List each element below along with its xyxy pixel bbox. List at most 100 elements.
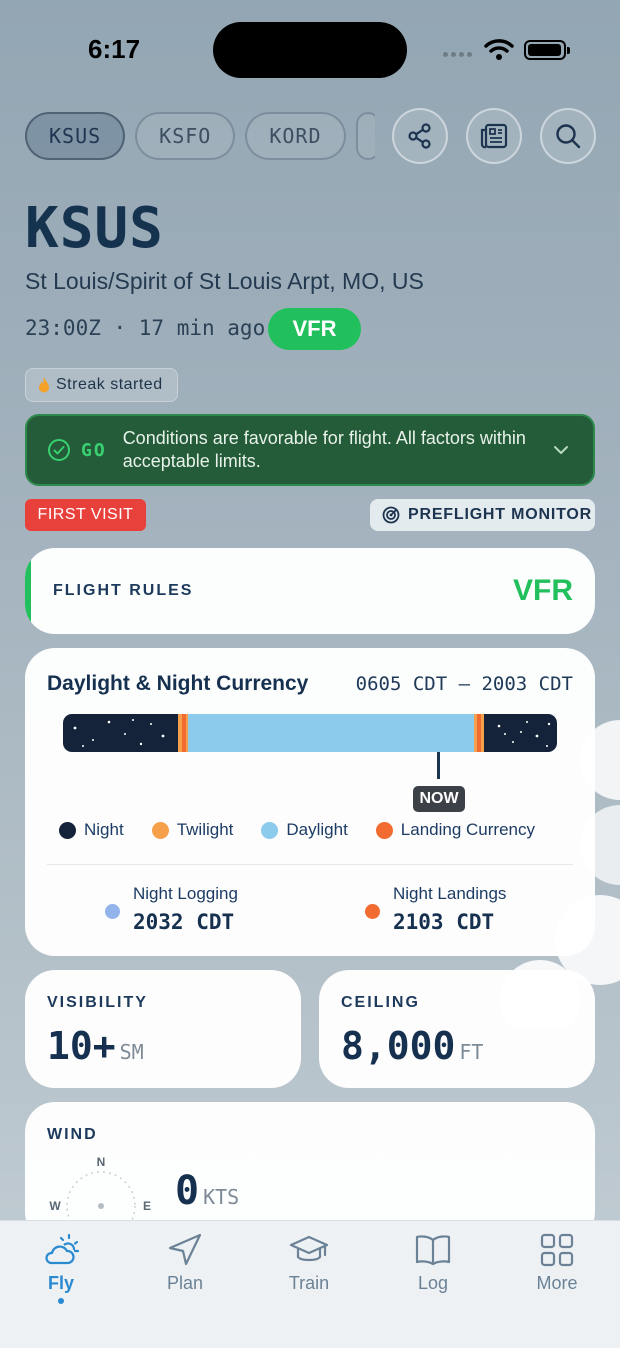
tab-plan-label: Plan xyxy=(166,1273,204,1293)
legend-twilight-label: Twilight xyxy=(176,820,234,839)
legend-night-label: Night xyxy=(84,820,124,839)
daylight-timeline-bar xyxy=(63,714,557,752)
tab-more-label: More xyxy=(536,1273,578,1293)
briefing-button[interactable] xyxy=(466,108,522,164)
tab-bar: Fly Plan Train Log More xyxy=(0,1220,620,1348)
active-tab-indicator xyxy=(58,1298,64,1304)
go-label: GO xyxy=(81,439,107,461)
legend-landing-currency-dot xyxy=(375,821,393,839)
streak-label: Streak started xyxy=(56,376,163,393)
book-icon xyxy=(415,1235,451,1266)
tab-train[interactable]: Train xyxy=(259,1233,359,1294)
graduation-cap-icon xyxy=(289,1235,329,1262)
newspaper-icon xyxy=(480,123,508,149)
ceiling-value: 8,000 xyxy=(341,1024,456,1068)
navigation-arrow-icon xyxy=(168,1233,202,1266)
share-icon xyxy=(408,123,431,149)
legend-daylight-label: Daylight xyxy=(286,820,348,839)
dynamic-island xyxy=(213,22,407,78)
preflight-monitor-button[interactable]: PREFLIGHT MONITOR xyxy=(370,499,595,531)
clock: 6:17 xyxy=(88,34,141,64)
ceiling-value-row: 8,000 FT xyxy=(341,1024,483,1068)
daylight-range: 0605 CDT – 2003 CDT xyxy=(355,673,573,695)
status-bar: 6:17 xyxy=(0,0,620,100)
wind-compass-icon: N E W xyxy=(49,1155,151,1228)
visibility-value: 10+ xyxy=(47,1024,116,1068)
wind-unit: KTS xyxy=(203,1185,240,1209)
flame-icon xyxy=(39,377,49,393)
divider xyxy=(47,864,573,865)
chevron-down-icon xyxy=(553,446,568,454)
compass-n: N xyxy=(97,1155,106,1169)
observation-time: 23:00Z · 17 min ago xyxy=(25,316,266,340)
tab-log-label: Log xyxy=(417,1273,449,1293)
visibility-label: VISIBILITY xyxy=(47,994,148,1011)
wind-label: WIND xyxy=(47,1126,98,1143)
tab-log[interactable]: Log xyxy=(383,1233,483,1294)
wind-value: 0 xyxy=(175,1168,200,1214)
battery-icon xyxy=(524,40,570,60)
tab-more[interactable]: More xyxy=(507,1233,607,1294)
flight-rules-label: FLIGHT RULES xyxy=(53,582,194,599)
airport-chips: KSUS KSFO KORD xyxy=(25,112,375,162)
legend-daylight: Daylight xyxy=(261,820,348,840)
flight-category-badge: VFR xyxy=(268,308,361,350)
night-logging-value: 2032 CDT xyxy=(133,910,235,934)
tab-plan[interactable]: Plan xyxy=(135,1233,235,1294)
wifi-icon xyxy=(484,39,514,60)
ceiling-label: CEILING xyxy=(341,994,420,1011)
night-logging-label: Night Logging xyxy=(133,884,238,903)
night-logging-dot xyxy=(105,904,120,919)
daylight-title: Daylight & Night Currency xyxy=(47,672,309,695)
now-badge: NOW xyxy=(413,786,465,812)
now-marker xyxy=(437,752,440,779)
page-title: KSUS xyxy=(25,196,164,261)
preflight-monitor-label: PREFLIGHT MONITOR xyxy=(408,506,592,523)
legend-night-dot xyxy=(59,821,76,839)
ceiling-card: CEILING 8,000 FT xyxy=(319,970,595,1088)
visibility-value-row: 10+ SM xyxy=(47,1024,144,1068)
visibility-card: VISIBILITY 10+ SM xyxy=(25,970,301,1088)
airport-chip-kord[interactable]: KORD xyxy=(245,112,346,160)
search-icon xyxy=(556,124,581,149)
grid-icon xyxy=(540,1233,574,1267)
search-button[interactable] xyxy=(540,108,596,164)
airport-chip-ksfo[interactable]: KSFO xyxy=(135,112,236,160)
legend-twilight: Twilight xyxy=(151,820,234,840)
radar-icon xyxy=(382,506,400,524)
streak-badge: Streak started xyxy=(25,368,178,402)
partly-cloudy-icon xyxy=(45,1233,80,1265)
airport-chip-more[interactable] xyxy=(355,112,375,160)
night-logging: Night Logging 2032 CDT xyxy=(133,884,238,934)
go-message: Conditions are favorable for flight. All… xyxy=(122,428,526,471)
tab-fly-label: Fly xyxy=(47,1273,74,1293)
night-landings: Night Landings 2103 CDT xyxy=(393,884,506,934)
ceiling-unit: FT xyxy=(459,1040,484,1064)
visibility-unit: SM xyxy=(119,1040,144,1064)
legend-landing-currency-label: Landing Currency xyxy=(400,820,535,839)
check-circle-icon xyxy=(48,439,70,461)
airport-chip-ksus[interactable]: KSUS xyxy=(25,112,126,160)
legend-landing-currency: Landing Currency xyxy=(375,820,535,840)
daylight-night-currency-card: Daylight & Night Currency 0605 CDT – 200… xyxy=(25,648,595,956)
flight-rules-value: VFR xyxy=(513,574,573,607)
compass-w: W xyxy=(49,1199,61,1213)
share-button[interactable] xyxy=(392,108,448,164)
night-landings-label: Night Landings xyxy=(393,884,507,903)
tab-fly[interactable]: Fly xyxy=(11,1233,111,1304)
tab-train-label: Train xyxy=(288,1273,330,1293)
signal-icon xyxy=(443,52,472,57)
daylight-legend: Night Twilight Daylight Landing Currency xyxy=(59,820,535,840)
airport-name: St Louis/Spirit of St Louis Arpt, MO, US xyxy=(25,268,424,294)
night-landings-dot xyxy=(365,904,380,919)
legend-night: Night xyxy=(59,820,124,840)
first-visit-badge: FIRST VISIT xyxy=(25,499,146,531)
wind-value-row: 0 KTS xyxy=(175,1168,239,1214)
flight-rules-card: FLIGHT RULES VFR xyxy=(25,548,595,634)
legend-twilight-dot xyxy=(151,821,169,839)
night-landings-value: 2103 CDT xyxy=(393,910,495,934)
legend-daylight-dot xyxy=(261,821,279,839)
go-status-banner[interactable]: GO Conditions are favorable for flight. … xyxy=(25,414,595,486)
flight-rules-accent xyxy=(25,558,31,624)
compass-e: E xyxy=(143,1199,151,1213)
